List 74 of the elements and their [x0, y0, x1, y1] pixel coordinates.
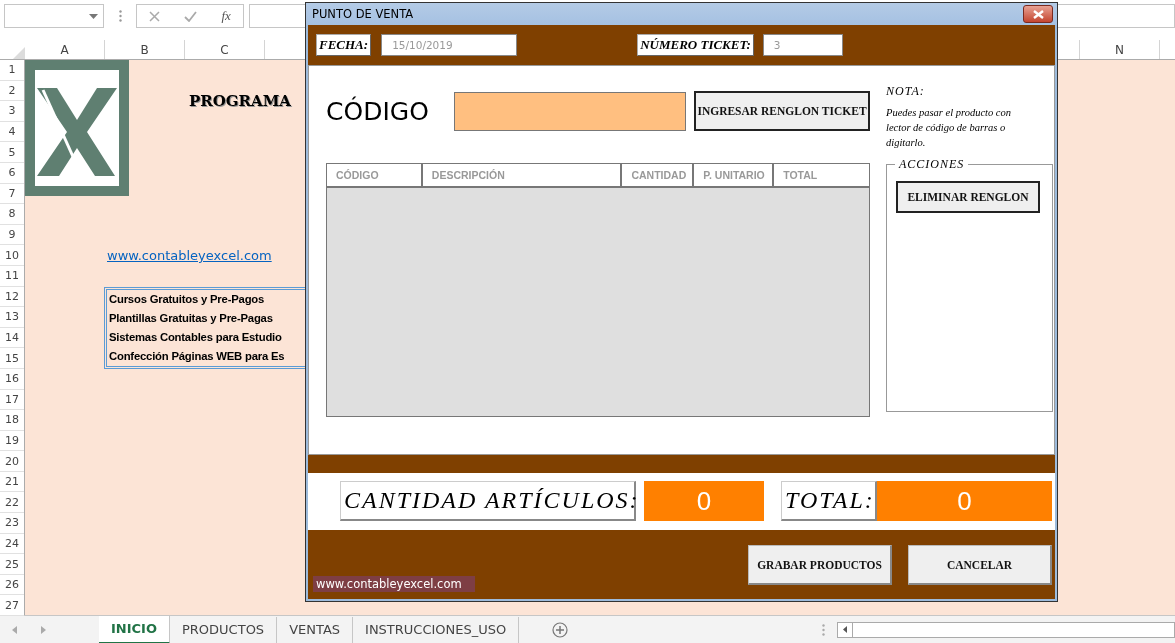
row-header[interactable]: 9 — [0, 224, 24, 246]
add-sheet-icon[interactable] — [552, 621, 569, 638]
grip-icon[interactable] — [822, 623, 825, 636]
row-header[interactable]: 12 — [0, 286, 24, 308]
dialog-button[interactable]: CANCELAR — [908, 545, 1052, 585]
sheet-tab[interactable]: VENTAS — [277, 616, 354, 643]
row-header[interactable]: 7 — [0, 183, 24, 205]
row-header[interactable]: 5 — [0, 142, 24, 163]
website-link[interactable]: www.contableyexcel.com — [107, 248, 272, 264]
column-header[interactable]: B — [105, 40, 185, 59]
row-header[interactable]: 1 — [0, 60, 24, 81]
row-header[interactable]: 2 — [0, 80, 24, 102]
add-line-button[interactable]: INGRESAR RENGLON TICKET — [694, 91, 870, 131]
row-header[interactable]: 25 — [0, 554, 24, 575]
row-header[interactable]: 3 — [0, 101, 24, 122]
code-label: CÓDIGO — [326, 96, 430, 126]
row-header[interactable]: 24 — [0, 533, 24, 555]
row-header[interactable]: 13 — [0, 307, 24, 328]
row-header[interactable]: 14 — [0, 327, 24, 349]
row-header[interactable]: 22 — [0, 492, 24, 514]
name-box[interactable] — [4, 4, 104, 28]
row-header[interactable]: 6 — [0, 162, 24, 184]
date-label: FECHA: — [316, 34, 372, 56]
column-header: CANTIDAD — [622, 164, 695, 186]
row-header[interactable]: 10 — [0, 245, 24, 266]
service-item: Sistemas Contables para Estudio — [109, 331, 283, 344]
row-header[interactable]: 16 — [0, 368, 24, 390]
sheet-tab[interactable]: INSTRUCCIONES_USO — [353, 616, 520, 643]
sheet-title: PROGRAMA — [189, 92, 291, 111]
column-header: TOTAL — [782, 168, 819, 183]
sheet-tab[interactable]: INICIO — [99, 615, 170, 643]
note-text: Puedes pasar el producto con lector de código de barras o digitarlo. — [886, 106, 1012, 150]
row-header[interactable]: 18 — [0, 410, 24, 431]
total-value: 0 — [877, 481, 1052, 521]
column-header[interactable]: C — [185, 40, 265, 59]
row-header[interactable]: 23 — [0, 513, 24, 534]
row-header[interactable]: 19 — [0, 430, 24, 452]
grip-icon — [118, 10, 122, 22]
column-header[interactable]: A — [25, 40, 105, 59]
ticket-number-label: NÚMERO TICKET: — [637, 34, 754, 56]
window-title: PUNTO DE VENTA — [312, 7, 414, 21]
code-input[interactable] — [454, 91, 686, 131]
service-item: Plantillas Gratuitas y Pre-Pagas — [109, 312, 274, 325]
website-link[interactable]: www.contableyexcel.com — [313, 576, 475, 592]
item-count-label: CANTIDAD ARTÍCULOS: — [340, 481, 636, 521]
row-header[interactable]: 8 — [0, 204, 24, 225]
column-header: P. UNITARIO — [694, 164, 775, 186]
service-item: Confección Páginas WEB para Es — [109, 350, 286, 363]
insert-function-button[interactable]: fx — [221, 8, 231, 24]
scroll-right-icon[interactable] — [41, 625, 46, 634]
row-header[interactable]: 15 — [0, 348, 24, 369]
horizontal-scrollbar[interactable] — [837, 621, 1175, 638]
service-item: Cursos Gratuitos y Pre-Pagos — [109, 293, 266, 306]
dropdown-caret-icon — [89, 13, 98, 19]
row-header[interactable]: 26 — [0, 574, 24, 596]
column-header: CÓDIGO — [327, 164, 423, 186]
row-header[interactable]: 21 — [0, 471, 24, 493]
note-title: NOTA: — [886, 84, 926, 99]
row-header[interactable]: 11 — [0, 265, 24, 287]
check-icon[interactable] — [184, 10, 198, 22]
sheet-tab[interactable]: PRODUCTOS — [170, 616, 278, 643]
column-header: DESCRIPCIÓN — [422, 164, 623, 186]
dialog-button[interactable]: GRABAR PRODUCTOS — [748, 545, 892, 585]
scroll-left-icon[interactable] — [843, 626, 847, 633]
row-header[interactable]: 20 — [0, 451, 24, 472]
close-button[interactable] — [1023, 5, 1053, 23]
column-header[interactable]: N — [1080, 40, 1160, 59]
item-count-value: 0 — [644, 481, 764, 521]
close-icon — [1032, 9, 1044, 19]
row-header[interactable]: 17 — [0, 389, 24, 411]
row-header[interactable]: 4 — [0, 121, 24, 143]
delete-line-button[interactable]: ELIMINAR RENGLON — [896, 181, 1040, 213]
total-label: TOTAL: — [781, 481, 877, 521]
cancel-icon[interactable] — [149, 10, 161, 22]
